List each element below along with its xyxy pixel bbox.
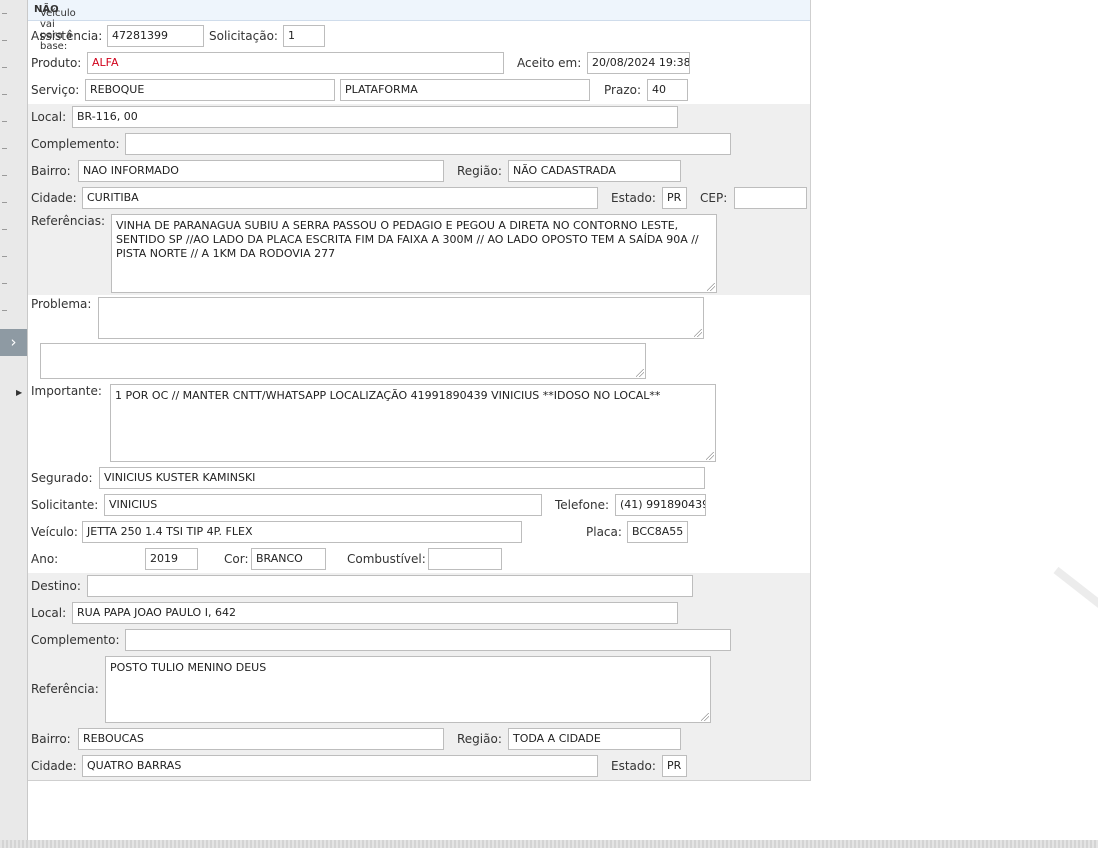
assistencia-label: Assistência:	[31, 29, 103, 43]
bairro-field[interactable]: NAO INFORMADO	[78, 160, 444, 182]
problema-label: Problema:	[31, 297, 92, 311]
destino-bairro-label: Bairro:	[31, 732, 71, 746]
sidebar-tick	[2, 283, 7, 284]
estado-field[interactable]: PR	[662, 187, 687, 209]
importante-text: 1 POR OC // MANTER CNTT/WHATSAPP LOCALIZ…	[115, 389, 661, 402]
produto-label: Produto:	[31, 56, 82, 70]
local-field[interactable]: BR-116, 00	[72, 106, 678, 128]
expand-arrow-icon[interactable]: ▶	[16, 388, 22, 397]
destino-cidade-label: Cidade:	[31, 759, 77, 773]
placa-label: Placa:	[586, 525, 622, 539]
resize-grip-icon[interactable]	[707, 283, 715, 291]
ano-label: Ano:	[31, 552, 59, 566]
destino-referencia-textarea[interactable]: POSTO TULIO MENINO DEUS	[105, 656, 711, 723]
sidebar-tick	[2, 67, 7, 68]
prazo-field[interactable]: 40	[647, 79, 688, 101]
destino-regiao-label: Região:	[457, 732, 502, 746]
servico-label: Serviço:	[31, 83, 80, 97]
solicitante-field[interactable]: VINICIUS	[104, 494, 542, 516]
cor-field[interactable]: BRANCO	[251, 548, 326, 570]
destino-field[interactable]	[87, 575, 693, 597]
produto-field[interactable]: ALFA	[87, 52, 504, 74]
solicitante-label: Solicitante:	[31, 498, 99, 512]
resize-grip-icon[interactable]	[694, 329, 702, 337]
veiculo-field[interactable]: JETTA 250 1.4 TSI TIP 4P. FLEX	[82, 521, 522, 543]
combustivel-label: Combustível:	[347, 552, 426, 566]
regiao-label: Região:	[457, 164, 502, 178]
problema-textarea[interactable]	[98, 297, 704, 339]
sidebar-tick	[2, 13, 7, 14]
regiao-field[interactable]: NÃO CADASTRADA	[508, 160, 681, 182]
solicitacao-label: Solicitação:	[209, 29, 278, 43]
service-form-panel: Veículo vai para a base: NÃO Assistência…	[28, 0, 811, 781]
destino-label: Destino:	[31, 579, 81, 593]
bottom-scroll-strip[interactable]	[0, 840, 1098, 848]
sidebar-tick	[2, 229, 7, 230]
servico-field[interactable]: REBOQUE	[85, 79, 335, 101]
combustivel-field[interactable]	[428, 548, 502, 570]
resize-grip-icon[interactable]	[636, 369, 644, 377]
left-sidebar	[0, 0, 28, 848]
cep-field[interactable]	[734, 187, 807, 209]
cep-label: CEP:	[700, 191, 728, 205]
referencias-label: Referências:	[31, 214, 106, 228]
cidade-label: Cidade:	[31, 191, 77, 205]
destino-local-label: Local:	[31, 606, 67, 620]
telefone-label: Telefone:	[555, 498, 609, 512]
destino-complemento-field[interactable]	[125, 629, 731, 651]
sidebar-tick	[2, 94, 7, 95]
assistencia-field[interactable]: 47281399	[107, 25, 204, 47]
destino-local-field[interactable]: RUA PAPA JOAO PAULO I, 642	[72, 602, 678, 624]
destino-bairro-field[interactable]: REBOUCAS	[78, 728, 444, 750]
sidebar-tick	[2, 310, 7, 311]
aceito-label: Aceito em:	[517, 56, 582, 70]
veiculo-label: Veículo:	[31, 525, 78, 539]
sidebar-tick	[2, 40, 7, 41]
importante-label: Importante:	[31, 384, 102, 398]
cor-label: Cor:	[224, 552, 249, 566]
prazo-label: Prazo:	[604, 83, 641, 97]
segurado-label: Segurado:	[31, 471, 93, 485]
telefone-field[interactable]: (41) 991890439	[615, 494, 706, 516]
solicitacao-field[interactable]: 1	[283, 25, 325, 47]
sidebar-tick	[2, 121, 7, 122]
ano-field[interactable]: 2019	[145, 548, 198, 570]
sidebar-tick	[2, 256, 7, 257]
decorative-stroke	[1053, 566, 1098, 611]
resize-grip-icon[interactable]	[701, 713, 709, 721]
chevron-right-icon: ›	[10, 333, 17, 351]
aceito-field[interactable]: 20/08/2024 19:38	[587, 52, 690, 74]
complemento-label: Complemento:	[31, 137, 120, 151]
local-label: Local:	[31, 110, 67, 124]
sidebar-collapse-button[interactable]: ›	[0, 329, 27, 356]
estado-label: Estado:	[611, 191, 656, 205]
segurado-field[interactable]: VINICIUS KUSTER KAMINSKI	[99, 467, 705, 489]
sidebar-tick	[2, 202, 7, 203]
destino-complemento-label: Complemento:	[31, 633, 120, 647]
destino-regiao-field[interactable]: TODA A CIDADE	[508, 728, 681, 750]
resize-grip-icon[interactable]	[706, 452, 714, 460]
destino-referencia-label: Referência:	[31, 682, 99, 696]
cidade-field[interactable]: CURITIBA	[82, 187, 598, 209]
complemento-field[interactable]	[125, 133, 731, 155]
placa-field[interactable]: BCC8A55	[627, 521, 688, 543]
destino-referencia-text: POSTO TULIO MENINO DEUS	[110, 661, 267, 674]
destino-estado-label: Estado:	[611, 759, 656, 773]
bairro-label: Bairro:	[31, 164, 71, 178]
referencias-textarea[interactable]: VINHA DE PARANAGUA SUBIU A SERRA PASSOU …	[111, 214, 717, 293]
importante-textarea[interactable]: 1 POR OC // MANTER CNTT/WHATSAPP LOCALIZ…	[110, 384, 716, 462]
destino-cidade-field[interactable]: QUATRO BARRAS	[82, 755, 598, 777]
problema-extra-textarea[interactable]	[40, 343, 646, 379]
destino-estado-field[interactable]: PR	[662, 755, 687, 777]
sidebar-tick	[2, 175, 7, 176]
servico-tipo-field[interactable]: PLATAFORMA	[340, 79, 590, 101]
sidebar-tick	[2, 148, 7, 149]
referencias-text: VINHA DE PARANAGUA SUBIU A SERRA PASSOU …	[116, 219, 699, 260]
base-info-bar: Veículo vai para a base: NÃO	[28, 0, 810, 52]
